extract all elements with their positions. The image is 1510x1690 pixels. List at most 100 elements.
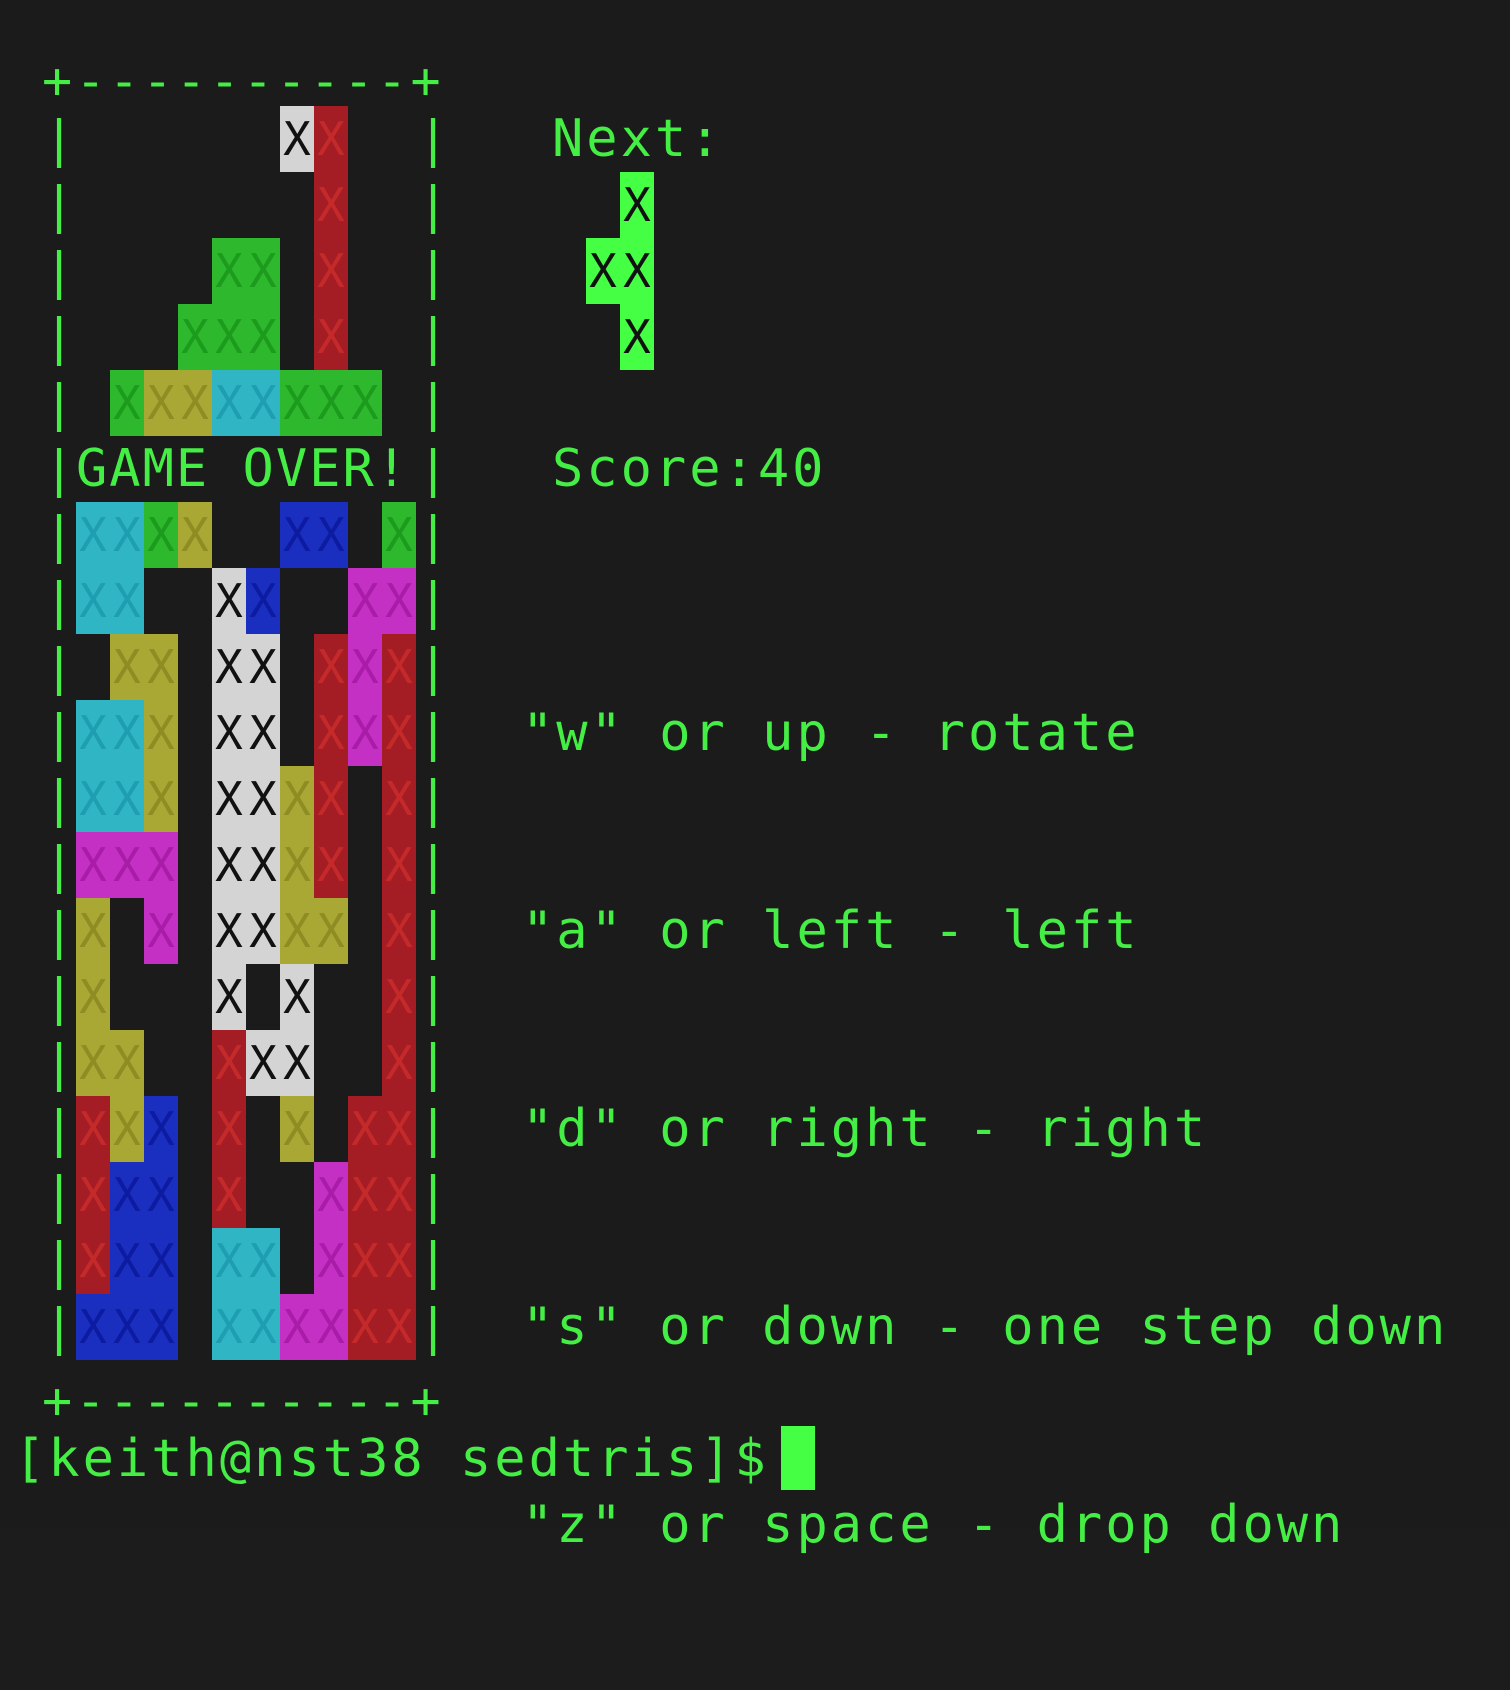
- score-value: 40: [757, 439, 827, 499]
- board-block: X: [280, 1294, 314, 1360]
- board-block: X: [314, 1228, 348, 1294]
- board-block: X: [76, 1096, 110, 1162]
- board-block: X: [348, 1096, 382, 1162]
- board-block: X: [76, 700, 110, 766]
- board-side-left: |: [44, 176, 75, 234]
- board-block: X: [144, 1294, 178, 1360]
- board-block: X: [382, 1228, 416, 1294]
- board-block: X: [246, 304, 280, 370]
- board-block: X: [314, 634, 348, 700]
- board-side-right: |: [418, 1232, 449, 1290]
- board-block: X: [76, 1030, 110, 1096]
- board-block: X: [178, 370, 212, 436]
- board-block: X: [144, 370, 178, 436]
- board-side-left: |: [44, 1298, 75, 1356]
- board-block: X: [348, 1162, 382, 1228]
- board-block: X: [280, 1096, 314, 1162]
- control-rotate: "w" or up - rotate: [522, 703, 1140, 763]
- game-board: XXXXXXXXXXXXXXXXXXXXXXXXXXXXXXXXXXXXXXXX…: [76, 106, 416, 1360]
- board-block: X: [246, 238, 280, 304]
- control-step-down: "s" or down - one step down: [522, 1297, 1449, 1357]
- text-cursor: [780, 1426, 815, 1490]
- board-block: X: [280, 832, 314, 898]
- control-left: "a" or left - left: [522, 901, 1140, 961]
- board-block: X: [314, 1162, 348, 1228]
- board-block: X: [212, 1162, 246, 1228]
- board-block: X: [348, 700, 382, 766]
- board-side-right: |: [418, 902, 449, 960]
- board-block: X: [212, 898, 246, 964]
- board-block: X: [76, 1162, 110, 1228]
- next-piece-block: X: [620, 172, 654, 238]
- board-block: X: [314, 1294, 348, 1360]
- score-label: Score:: [552, 439, 758, 499]
- board-side-right: |: [418, 968, 449, 1026]
- board-side-right: |: [418, 110, 449, 168]
- board-block: X: [280, 898, 314, 964]
- next-piece-block: X: [586, 238, 620, 304]
- board-block: X: [76, 766, 110, 832]
- board-block: X: [110, 1030, 144, 1096]
- board-side-right: |: [418, 242, 449, 300]
- board-side-left: |: [44, 902, 75, 960]
- board-side-right: |: [418, 638, 449, 696]
- board-side-right: |: [418, 770, 449, 828]
- board-block: X: [144, 1228, 178, 1294]
- board-block: X: [280, 106, 314, 172]
- board-block: X: [280, 964, 314, 1030]
- board-block: X: [382, 700, 416, 766]
- board-block: X: [212, 370, 246, 436]
- board-block: X: [314, 370, 348, 436]
- next-label: Next:: [552, 109, 724, 169]
- board-block: X: [76, 898, 110, 964]
- score-display: Score:40: [552, 436, 826, 502]
- board-block: X: [110, 568, 144, 634]
- board-block: X: [382, 1294, 416, 1360]
- board-block: X: [212, 766, 246, 832]
- board-side-right: |: [418, 836, 449, 894]
- board-block: X: [76, 832, 110, 898]
- board-side-right: |: [418, 1100, 449, 1158]
- board-block: X: [144, 766, 178, 832]
- board-side-left: |: [44, 1034, 75, 1092]
- board-block: X: [212, 1294, 246, 1360]
- board-block: X: [314, 766, 348, 832]
- board-side-left: |: [44, 704, 75, 762]
- board-side-left: |: [44, 1232, 75, 1290]
- board-block: X: [110, 700, 144, 766]
- board-block: X: [382, 1096, 416, 1162]
- board-block: X: [76, 568, 110, 634]
- board-block: X: [314, 304, 348, 370]
- terminal-window[interactable]: +----------+ | | | | | | | | | | | | | | | | | | | | | | | | | | |…: [0, 0, 1510, 1555]
- board-block: X: [76, 1228, 110, 1294]
- board-block: X: [212, 634, 246, 700]
- board-block: X: [314, 898, 348, 964]
- board-block: X: [382, 1162, 416, 1228]
- board-block: X: [246, 1030, 280, 1096]
- board-side-left: |: [44, 308, 75, 366]
- board-side-right: |: [418, 308, 449, 366]
- board-block: X: [348, 568, 382, 634]
- board-block: X: [144, 634, 178, 700]
- board-block: X: [280, 1030, 314, 1096]
- board-block: X: [144, 502, 178, 568]
- shell-prompt[interactable]: [keith@nst38 sedtris]$: [14, 1426, 815, 1492]
- board-block: X: [212, 964, 246, 1030]
- board-block: X: [178, 502, 212, 568]
- board-side-left: |: [44, 506, 75, 564]
- board-block: X: [212, 832, 246, 898]
- board-block: X: [110, 502, 144, 568]
- board-side-right: |: [418, 506, 449, 564]
- board-block: X: [246, 898, 280, 964]
- board-side-left: |: [44, 110, 75, 168]
- board-block: X: [110, 1294, 144, 1360]
- board-block: X: [280, 370, 314, 436]
- board-block: X: [348, 1228, 382, 1294]
- board-block: X: [348, 370, 382, 436]
- board-block: X: [212, 700, 246, 766]
- next-piece-block: X: [620, 304, 654, 370]
- board-block: X: [246, 634, 280, 700]
- board-block: X: [110, 370, 144, 436]
- board-block: X: [212, 238, 246, 304]
- board-block: X: [144, 1162, 178, 1228]
